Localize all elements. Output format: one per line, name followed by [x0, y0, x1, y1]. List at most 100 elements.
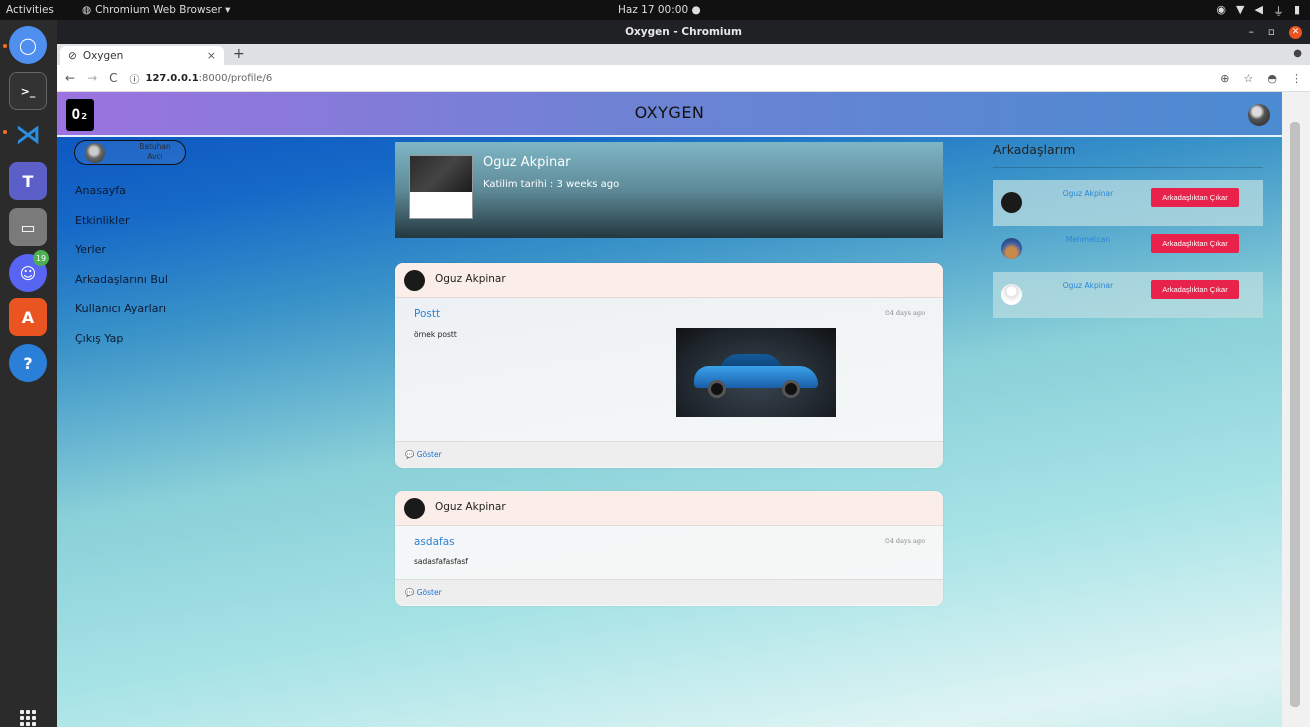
post-body: sadasfafasfasf: [414, 557, 468, 566]
zoom-icon[interactable]: ⊕: [1220, 72, 1229, 85]
scrollbar-thumb[interactable]: [1290, 122, 1300, 707]
site-header: O₂ OXYGEN: [57, 92, 1282, 137]
app-menu-label: Chromium Web Browser ▾: [95, 4, 231, 16]
post-body: örnek postt: [414, 330, 457, 339]
teams-dock-icon[interactable]: T: [9, 162, 47, 200]
profile-joined-date: Katilim tarihi : 3 weeks ago: [483, 179, 620, 190]
close-icon[interactable]: ✕: [1289, 25, 1302, 39]
friend-name[interactable]: Mehmetcan: [1043, 235, 1133, 244]
volume-icon: ◀: [1254, 3, 1263, 16]
show-comments-link[interactable]: 💬 Göster: [405, 450, 442, 459]
avatar: [404, 270, 425, 291]
current-user-chip[interactable]: Batuhan Avcı: [74, 140, 186, 165]
sidebar-item-events[interactable]: Etkinlikler: [75, 214, 168, 244]
globe-icon: ⊘: [68, 49, 77, 62]
clock[interactable]: Haz 17 00:00 ●: [618, 4, 701, 16]
post-footer: 💬 Göster: [395, 579, 943, 605]
tab-close-icon[interactable]: ×: [207, 49, 216, 62]
post-author[interactable]: Oguz Akpinar: [435, 273, 506, 285]
site-title: OXYGEN: [634, 103, 705, 122]
discord-tray-icon: ◉: [1216, 3, 1226, 16]
default-avatar-icon: [1001, 284, 1022, 305]
friend-row: Oguz Akpinar Arkadaşlıktan Çıkar: [993, 180, 1263, 226]
post-header: Oguz Akpinar: [395, 263, 943, 298]
show-apps-icon[interactable]: [20, 710, 36, 726]
post-card: Oguz Akpinar Postt ⏲4 days ago örnek pos…: [395, 263, 943, 468]
active-indicator: [3, 130, 7, 134]
page-content: O₂ OXYGEN Batuhan Avcı Anasayfa Etkinlik…: [57, 92, 1310, 727]
microphone-icon: ⏚: [1272, 5, 1284, 18]
friend-name[interactable]: Oguz Akpinar: [1043, 189, 1133, 198]
help-dock-icon[interactable]: ?: [9, 344, 47, 382]
avatar: [1001, 192, 1022, 213]
post-title[interactable]: Postt: [414, 308, 440, 320]
friend-name[interactable]: Oguz Akpinar: [1043, 281, 1133, 290]
active-indicator: [3, 44, 7, 48]
post-author[interactable]: Oguz Akpinar: [435, 501, 506, 513]
current-user-name: Batuhan Avcı: [139, 142, 171, 161]
show-comments-link[interactable]: 💬 Göster: [405, 588, 442, 597]
forward-icon[interactable]: →: [87, 71, 97, 85]
remove-friend-button[interactable]: Arkadaşlıktan Çıkar: [1151, 280, 1239, 299]
new-tab-icon[interactable]: +: [233, 46, 245, 62]
browser-menu-icon[interactable]: ⋮: [1291, 72, 1302, 85]
avatar: [85, 143, 105, 163]
vscode-dock-icon[interactable]: ⋊: [9, 116, 47, 154]
dock: ◯ >_ ⋊ T ▭ ☺ 19 A ?: [0, 20, 57, 727]
discord-dock-icon[interactable]: ☺ 19: [9, 250, 49, 292]
system-top-bar: Activities ◍ Chromium Web Browser ▾ Haz …: [0, 0, 1310, 20]
files-dock-icon[interactable]: ▭: [9, 208, 47, 246]
sidebar-item-home[interactable]: Anasayfa: [75, 184, 168, 214]
post-timestamp: ⏲4 days ago: [884, 537, 925, 545]
post-footer: 💬 Göster: [395, 441, 943, 467]
window-titlebar: Oxygen - Chromium – ▫ ✕: [57, 20, 1310, 44]
friend-row: Mehmetcan Arkadaşlıktan Çıkar: [993, 226, 1263, 272]
post-header: Oguz Akpinar: [395, 491, 943, 526]
sidebar-item-user-settings[interactable]: Kullanıcı Ayarları: [75, 302, 168, 332]
post-image[interactable]: [676, 328, 836, 417]
address-bar[interactable]: ⓘ 127.0.0.1:8000/profile/6: [130, 71, 273, 86]
sidebar-item-find-friends[interactable]: Arkadaşlarını Bul: [75, 273, 168, 303]
minimize-icon[interactable]: –: [1249, 20, 1254, 44]
browser-window: Oxygen - Chromium – ▫ ✕ ⊘ Oxygen × + ● ←…: [57, 20, 1310, 727]
notification-badge: 19: [33, 250, 49, 266]
post-card: Oguz Akpinar asdafas ⏲4 days ago sadasfa…: [395, 491, 943, 606]
system-tray[interactable]: ◉ ▼ ◀ ⏚ ▮: [1216, 3, 1300, 19]
post-timestamp: ⏲4 days ago: [884, 309, 925, 317]
friends-panel: Arkadaşlarım Oguz Akpinar Arkadaşlıktan …: [993, 142, 1263, 318]
maximize-icon[interactable]: ▫: [1268, 20, 1275, 44]
tab-title: Oxygen: [82, 49, 124, 62]
software-dock-icon[interactable]: A: [9, 298, 47, 336]
sidebar-item-logout[interactable]: Çıkış Yap: [75, 332, 168, 362]
app-menu[interactable]: ◍ Chromium Web Browser ▾: [82, 4, 230, 16]
tab-strip: ⊘ Oxygen × + ●: [57, 44, 1310, 65]
url-path: :8000/profile/6: [198, 72, 273, 84]
profile-picture: [409, 155, 473, 219]
wifi-icon: ▼: [1236, 3, 1245, 16]
bookmark-star-icon[interactable]: ☆: [1244, 72, 1254, 85]
tab-search-icon[interactable]: ●: [1293, 48, 1302, 59]
avatar: [404, 498, 425, 519]
sidebar-nav: Anasayfa Etkinlikler Yerler Arkadaşların…: [75, 184, 168, 361]
profile-card: Oguz Akpinar Katilim tarihi : 3 weeks ag…: [395, 142, 943, 238]
friend-row: Oguz Akpinar Arkadaşlıktan Çıkar: [993, 272, 1263, 318]
browser-toolbar: ← → C ⓘ 127.0.0.1:8000/profile/6 ⊕ ☆ ◓ ⋮: [57, 65, 1310, 92]
terminal-dock-icon[interactable]: >_: [9, 72, 47, 110]
friends-title: Arkadaşlarım: [993, 142, 1263, 168]
page-scrollbar[interactable]: [1282, 92, 1310, 727]
tab-oxygen[interactable]: ⊘ Oxygen ×: [60, 46, 224, 65]
back-icon[interactable]: ←: [65, 71, 75, 85]
window-title: Oxygen - Chromium: [625, 26, 742, 38]
profile-icon[interactable]: ◓: [1267, 72, 1277, 85]
header-avatar[interactable]: [1248, 104, 1270, 126]
post-title[interactable]: asdafas: [414, 536, 455, 548]
chromium-icon: ◍: [82, 4, 92, 16]
info-icon: ⓘ: [129, 74, 140, 86]
avatar: [1001, 238, 1022, 259]
chromium-dock-icon[interactable]: ◯: [9, 26, 47, 64]
reload-icon[interactable]: C: [109, 71, 117, 85]
remove-friend-button[interactable]: Arkadaşlıktan Çıkar: [1151, 188, 1239, 207]
activities-button[interactable]: Activities: [6, 4, 54, 16]
remove-friend-button[interactable]: Arkadaşlıktan Çıkar: [1151, 234, 1239, 253]
sidebar-item-places[interactable]: Yerler: [75, 243, 168, 273]
